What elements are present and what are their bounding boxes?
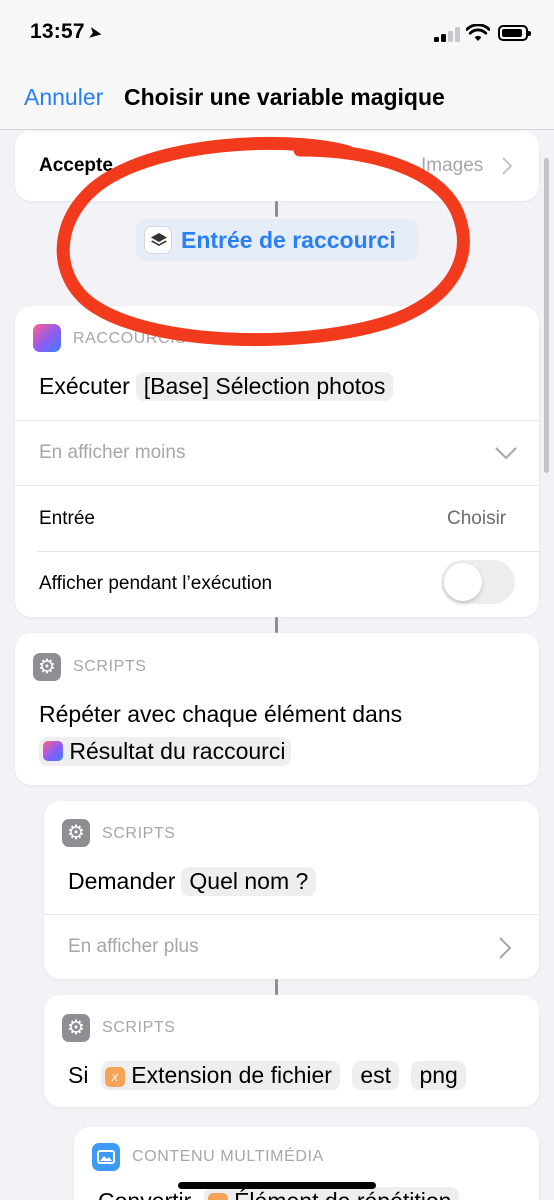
repeat-text: Répéter avec chaque élément dans xyxy=(39,701,403,727)
gear-icon: ⚙ xyxy=(33,653,61,681)
clock: 13:57 ➤ xyxy=(30,20,103,43)
ask-card: ⚙ SCRIPTS Demander Quel nom ? En afficher… xyxy=(44,801,539,979)
battery-icon xyxy=(498,25,531,41)
scrollbar[interactable] xyxy=(544,158,549,473)
chevron-right-icon xyxy=(502,157,512,175)
category-label: SCRIPTS xyxy=(102,825,176,842)
accept-value[interactable]: Images xyxy=(421,155,483,177)
category-label: CONTENU MULTIMÉDIA xyxy=(132,1148,324,1165)
home-indicator xyxy=(178,1182,376,1189)
input-label: Entrée xyxy=(39,508,95,529)
accept-label: Accepte xyxy=(39,155,113,176)
gear-icon: ⚙ xyxy=(62,1014,90,1042)
if-condition: Si x Extension de fichier est png xyxy=(68,1061,466,1090)
connector-line xyxy=(275,979,278,995)
chevron-right-icon xyxy=(499,937,511,959)
variable-x-icon: x xyxy=(104,1067,125,1087)
run-action: Exécuter [Base] Sélection photos xyxy=(39,372,394,401)
ask-action: Demander Quel nom ? xyxy=(68,867,317,896)
category-label: SCRIPTS xyxy=(102,1019,176,1036)
location-arrow-icon: ➤ xyxy=(87,24,103,43)
repeat-variable-chip[interactable]: Résultat du raccourci xyxy=(39,737,292,766)
wifi-icon xyxy=(466,24,490,41)
question-pill[interactable]: Quel nom ? xyxy=(181,867,317,896)
magic-variable-label: Entrée de raccourci xyxy=(181,227,396,253)
variable-x-icon: x xyxy=(207,1193,228,1200)
gear-icon: ⚙ xyxy=(62,819,90,847)
category-label: SCRIPTS xyxy=(73,658,147,675)
layers-icon xyxy=(144,226,172,254)
magic-variable-chip[interactable]: Entrée de raccourci xyxy=(136,219,418,261)
signal-icon xyxy=(434,27,460,42)
operator-pill[interactable]: est xyxy=(352,1061,400,1090)
show-more-button[interactable]: En afficher plus xyxy=(68,936,199,958)
show-less-button[interactable]: En afficher moins xyxy=(39,442,185,464)
media-card: CONTENU MULTIMÉDIA Convertir x Élément d… xyxy=(74,1127,539,1200)
status-bar: 13:57 ➤ xyxy=(0,0,554,68)
input-choose-button[interactable]: Choisir xyxy=(447,508,506,530)
media-icon xyxy=(92,1143,120,1171)
page-title: Choisir une variable magique xyxy=(124,84,445,110)
shortcuts-icon xyxy=(43,741,63,761)
value-pill[interactable]: png xyxy=(411,1061,466,1090)
show-while-running-toggle[interactable] xyxy=(441,560,515,604)
shortcut-name-pill[interactable]: [Base] Sélection photos xyxy=(135,372,394,401)
run-shortcut-card: RACCOURCIS Exécuter [Base] Sélection phot… xyxy=(15,306,539,617)
shortcuts-icon xyxy=(33,324,61,352)
connector-line xyxy=(275,201,278,217)
chevron-down-icon xyxy=(495,447,517,459)
show-while-running-label: Afficher pendant l’exécution xyxy=(39,573,273,594)
accept-card[interactable]: Accepte Images xyxy=(15,131,539,201)
repeat-card: ⚙ SCRIPTS Répéter avec chaque élément da… xyxy=(15,633,539,785)
category-label: RACCOURCIS xyxy=(73,330,187,347)
navigation-bar: Annuler Choisir une variable magique xyxy=(0,68,554,130)
if-card: ⚙ SCRIPTS Si x Extension de fichier est … xyxy=(44,995,539,1107)
connector-line xyxy=(275,617,278,633)
variable-chip[interactable]: x Extension de fichier xyxy=(100,1061,340,1090)
cancel-button[interactable]: Annuler xyxy=(24,84,103,111)
